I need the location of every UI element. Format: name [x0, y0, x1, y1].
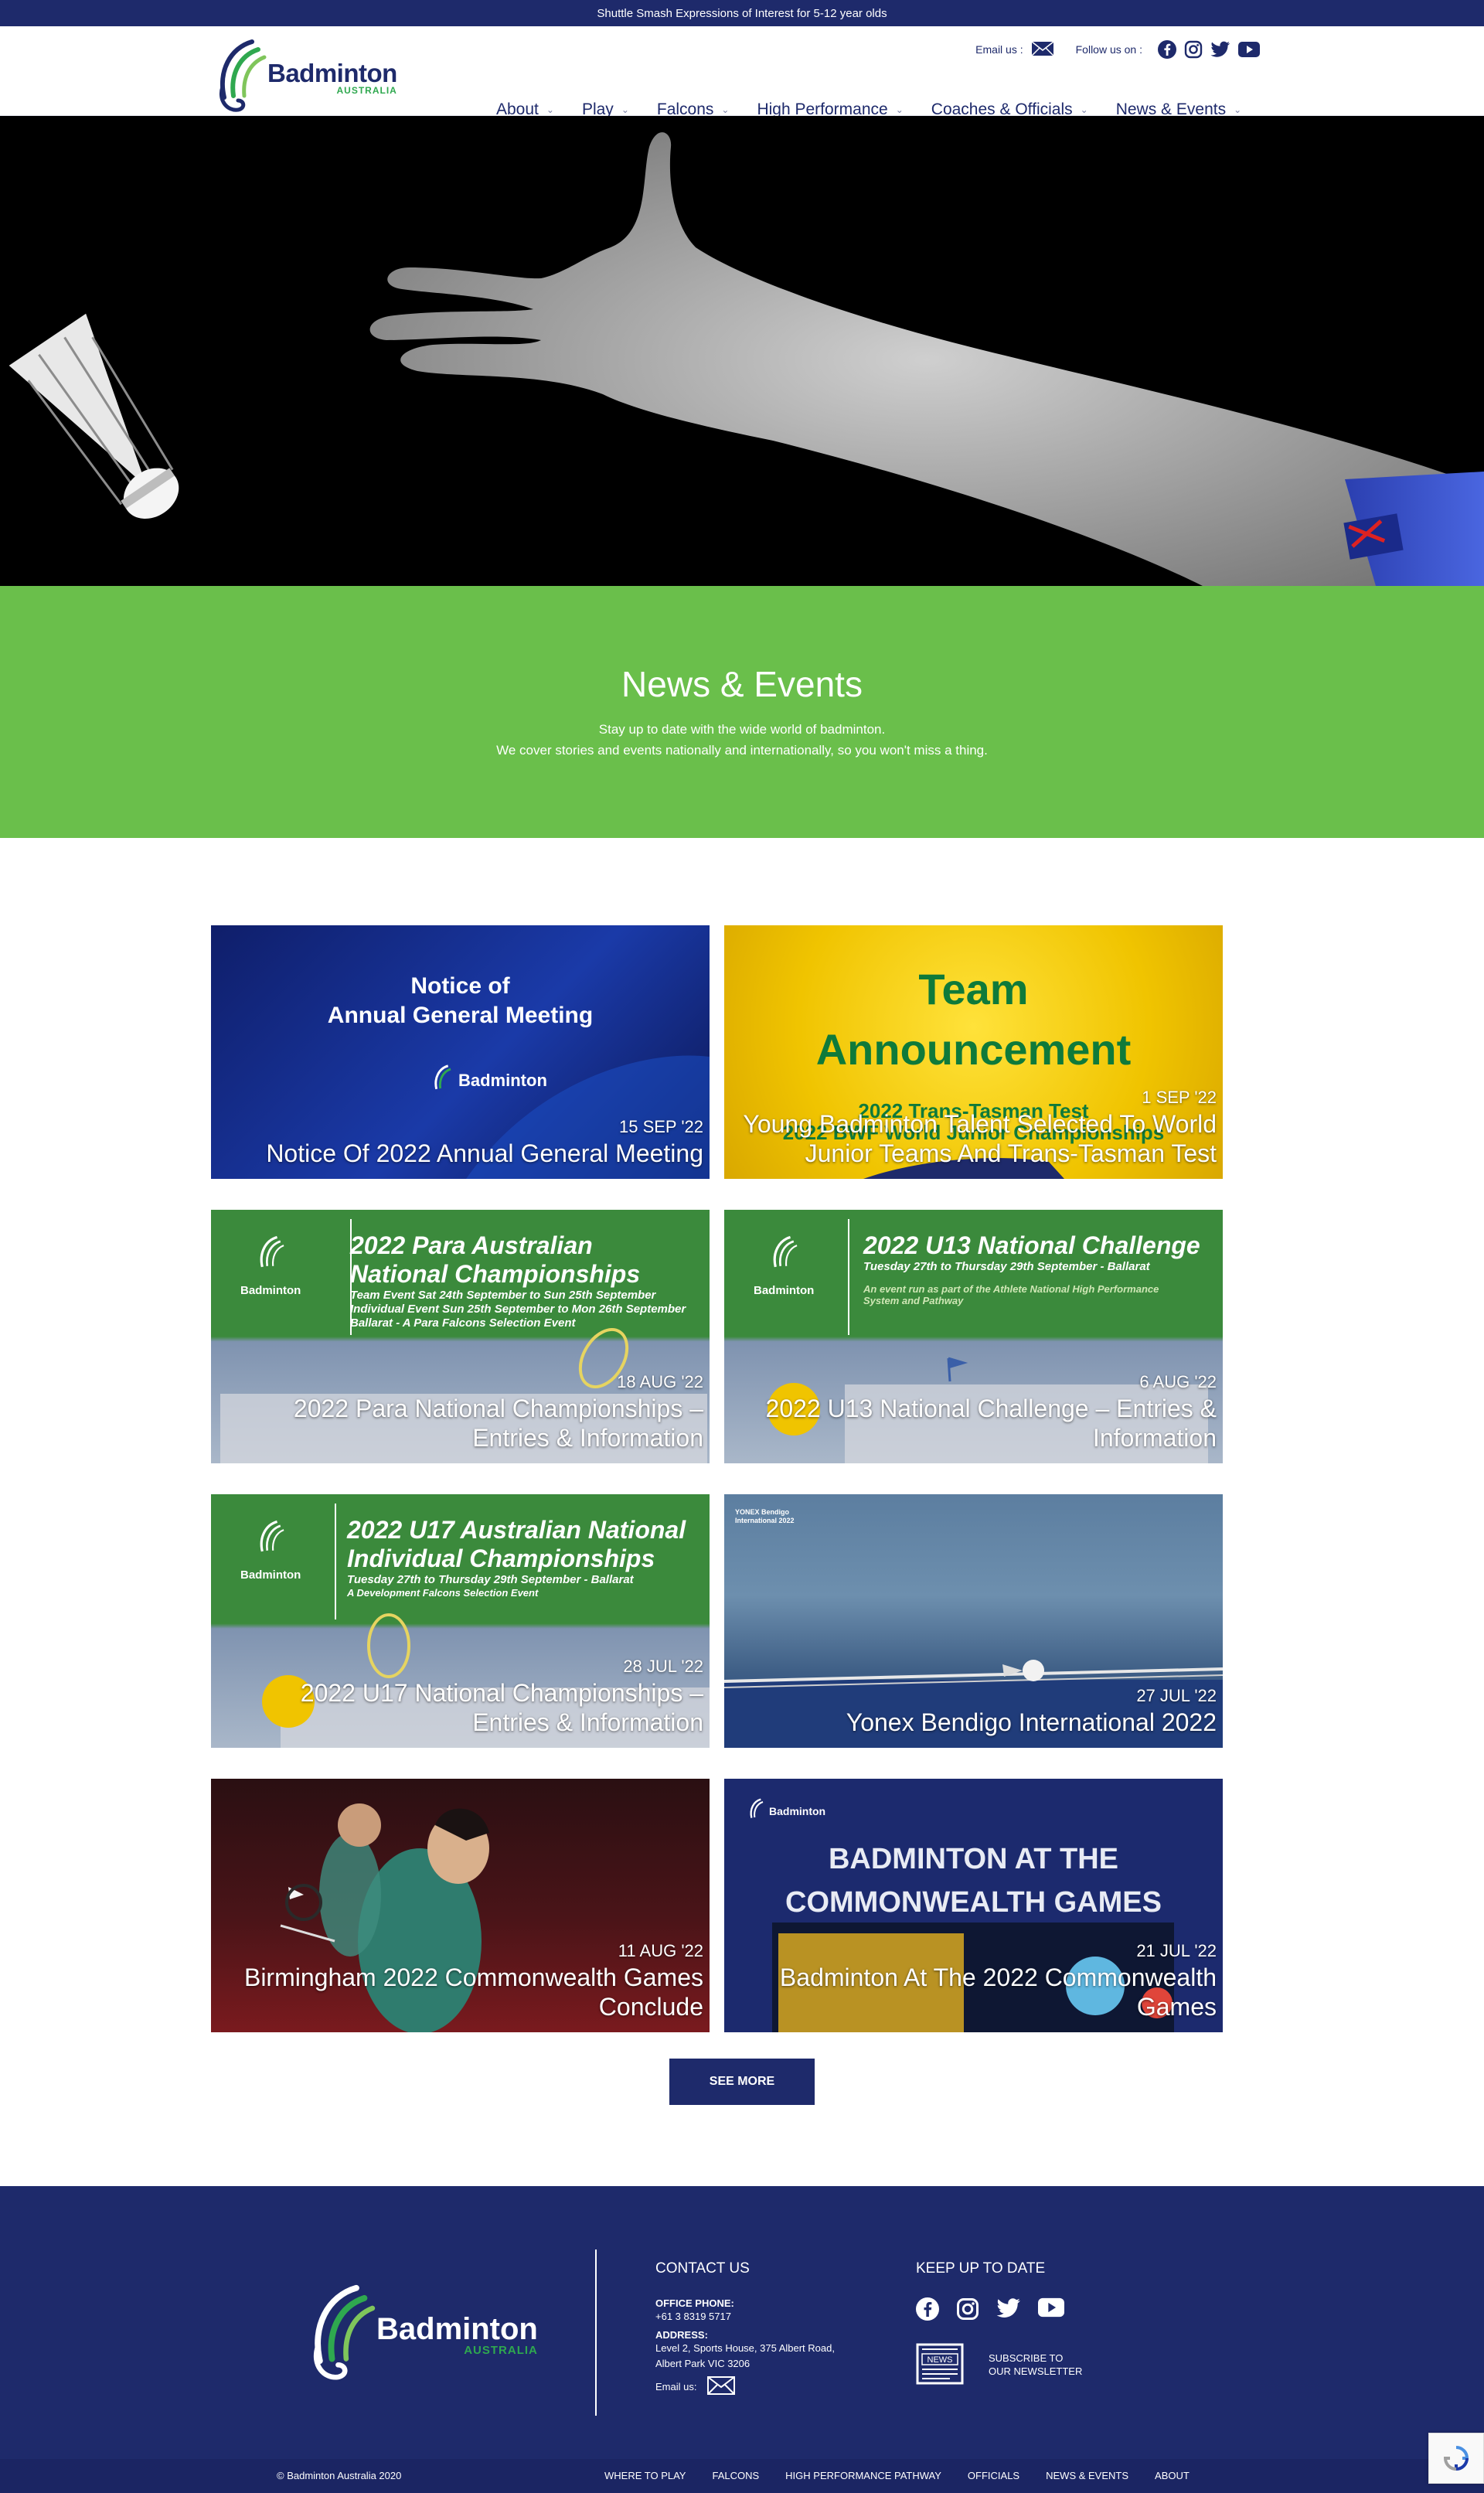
envelope-icon[interactable] — [1031, 40, 1054, 59]
see-more-button[interactable]: SEE MORE — [669, 2059, 815, 2105]
chevron-down-icon: ⌄ — [621, 104, 629, 115]
card-image-logo: Badminton — [458, 1071, 547, 1090]
news-card[interactable]: YONEX Bendigo International 2022 27 JUL … — [724, 1494, 1223, 1748]
card-date: 15 SEP '22 — [619, 1117, 703, 1136]
address-label: ADDRESS: — [655, 2329, 708, 2341]
announcement-text[interactable]: Shuttle Smash Expressions of Interest fo… — [597, 7, 887, 20]
hero-illustration — [0, 116, 1484, 586]
newspaper-icon: NEWS — [916, 2343, 964, 2385]
site-footer: Badminton AUSTRALIA CONTACT US OFFICE PH… — [0, 2186, 1484, 2459]
card-date: 18 AUG '22 — [617, 1372, 703, 1391]
news-card[interactable]: Badminton 2022 U13 National Challenge Tu… — [724, 1210, 1223, 1463]
news-grid: Notice of Annual General Meeting Badmint… — [211, 925, 1223, 2032]
card-date: 28 JUL '22 — [623, 1657, 703, 1676]
card-date: 21 JUL '22 — [1136, 1941, 1217, 1960]
footer-link-falcons[interactable]: FALCONS — [712, 2470, 759, 2481]
card-title[interactable]: Birmingham 2022 Commonwealth Games Concl… — [224, 1963, 703, 2021]
phone-label: OFFICE PHONE: — [655, 2297, 734, 2309]
card-title[interactable]: 2022 U13 National Challenge – Entries & … — [737, 1394, 1217, 1453]
envelope-icon[interactable] — [707, 2376, 736, 2397]
subscribe-line-2: OUR NEWSLETTER — [989, 2365, 1083, 2377]
shuttle-logo-icon — [313, 2284, 376, 2380]
news-card[interactable]: 11 AUG '22 Birmingham 2022 Commonwealth … — [211, 1779, 710, 2032]
footer-link-about[interactable]: ABOUT — [1155, 2470, 1190, 2481]
footer-social: KEEP UP TO DATE NEWS SUBSCRIBE TO OUR NE… — [916, 2260, 1082, 2386]
chevron-down-icon: ⌄ — [895, 104, 904, 115]
card-title[interactable]: Yonex Bendigo International 2022 — [846, 1708, 1217, 1737]
keep-up-heading: KEEP UP TO DATE — [916, 2260, 1046, 2277]
banner-line-1: Stay up to date with the wide world of b… — [598, 722, 886, 737]
twitter-icon[interactable] — [1210, 41, 1230, 58]
card-title[interactable]: 2022 U17 National Championships – Entrie… — [224, 1678, 703, 1737]
card-date: 6 AUG '22 — [1139, 1372, 1217, 1391]
follow-label: Follow us on : — [1075, 43, 1142, 56]
card-title[interactable]: Notice Of 2022 Annual General Meeting — [266, 1139, 703, 1168]
chevron-down-icon: ⌄ — [721, 104, 730, 115]
chevron-down-icon: ⌄ — [1080, 104, 1088, 115]
contact-heading: CONTACT US — [655, 2260, 750, 2277]
news-card[interactable]: Team Announcement 2022 Trans-Tasman Test… — [724, 925, 1223, 1179]
footer-link-news-events[interactable]: NEWS & EVENTS — [1046, 2470, 1128, 2481]
card-date: 1 SEP '22 — [1142, 1088, 1217, 1107]
address-line-1: Level 2, Sports House, 375 Albert Road, — [655, 2342, 835, 2354]
news-events-banner: News & Events Stay up to date with the w… — [0, 586, 1484, 838]
footer-link-officials[interactable]: OFFICIALS — [968, 2470, 1019, 2481]
page-title: News & Events — [621, 664, 863, 704]
youtube-icon[interactable] — [1238, 42, 1260, 57]
chevron-down-icon: ⌄ — [1234, 104, 1242, 115]
footer-link-where-to-play[interactable]: WHERE TO PLAY — [604, 2470, 686, 2481]
card-date: 27 JUL '22 — [1136, 1686, 1217, 1705]
shuttle-logo-icon — [434, 1064, 451, 1090]
announcement-bar[interactable]: Shuttle Smash Expressions of Interest fo… — [0, 0, 1484, 26]
instagram-icon[interactable] — [1184, 40, 1203, 59]
header-contact: Email us : Follow us on : — [975, 40, 1260, 59]
news-card[interactable]: Badminton 2022 U17 Australian National I… — [211, 1494, 710, 1748]
footer-links: WHERE TO PLAY FALCONS HIGH PERFORMANCE P… — [604, 2470, 1190, 2481]
card-image-line-2: International 2022 — [735, 1517, 795, 1524]
recaptcha-badge[interactable] — [1428, 2433, 1484, 2484]
footer-logo-wordmark: Badminton — [376, 2312, 538, 2346]
site-logo[interactable]: Badminton AUSTRALIA — [207, 31, 400, 124]
banner-line-2: We cover stories and events nationally a… — [496, 743, 988, 758]
card-title[interactable]: Young Badminton Talent Selected To World… — [737, 1109, 1217, 1168]
facebook-icon[interactable] — [1158, 40, 1176, 59]
footer-bottom-bar: © Badminton Australia 2020 WHERE TO PLAY… — [0, 2459, 1484, 2493]
card-title[interactable]: 2022 Para National Championships – Entri… — [224, 1394, 703, 1453]
twitter-icon[interactable] — [996, 2297, 1021, 2324]
card-image-line-1: YONEX Bendigo — [735, 1508, 790, 1516]
hero-image — [0, 116, 1484, 586]
address-line-2: Albert Park VIC 3206 — [655, 2358, 751, 2369]
card-date: 11 AUG '22 — [618, 1941, 703, 1960]
youtube-icon[interactable] — [1038, 2297, 1064, 2324]
news-card[interactable]: Notice of Annual General Meeting Badmint… — [211, 925, 710, 1179]
card-image-heading-1: Notice of — [410, 973, 510, 999]
card-image-heading-2: Annual General Meeting — [327, 1003, 594, 1028]
instagram-icon[interactable] — [956, 2297, 979, 2324]
email-label: Email us : — [975, 43, 1023, 56]
footer-contact: CONTACT US OFFICE PHONE: +61 3 8319 5717… — [655, 2260, 835, 2397]
footer-logo[interactable]: Badminton AUSTRALIA — [298, 2273, 538, 2396]
newspaper-icon-text: NEWS — [928, 2355, 953, 2365]
logo-wordmark: Badminton — [267, 59, 397, 87]
footer-divider — [595, 2249, 597, 2416]
footer-email-label: Email us: — [655, 2381, 697, 2393]
shuttle-logo-icon — [220, 39, 267, 112]
news-card[interactable]: Badminton 2022 Para Australian National … — [211, 1210, 710, 1463]
news-card[interactable]: Badminton BADMINTON AT THE COMMONWEALTH … — [724, 1779, 1223, 2032]
card-title[interactable]: Badminton At The 2022 Commonwealth Games — [737, 1963, 1217, 2021]
footer-link-high-performance[interactable]: HIGH PERFORMANCE PATHWAY — [785, 2470, 941, 2481]
newsletter-link[interactable]: NEWS SUBSCRIBE TO OUR NEWSLETTER — [916, 2343, 1082, 2386]
phone-value[interactable]: +61 3 8319 5717 — [655, 2309, 835, 2324]
copyright: © Badminton Australia 2020 — [277, 2470, 402, 2481]
recaptcha-icon — [1443, 2446, 1469, 2471]
facebook-icon[interactable] — [916, 2297, 939, 2324]
chevron-down-icon: ⌄ — [546, 104, 554, 115]
site-header: Badminton AUSTRALIA Email us : Follow us… — [0, 26, 1484, 118]
subscribe-line-1: SUBSCRIBE TO — [989, 2352, 1064, 2364]
